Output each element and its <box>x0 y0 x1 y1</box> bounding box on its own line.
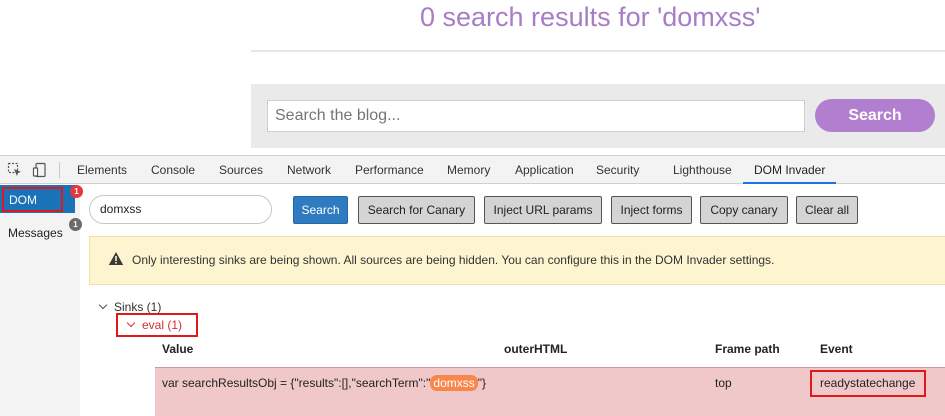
chevron-down-icon <box>98 300 108 310</box>
column-header-frame-path: Frame path <box>715 342 780 356</box>
tab-application[interactable]: Application <box>515 156 574 184</box>
tab-console[interactable]: Console <box>151 156 195 184</box>
value-suffix: "} <box>477 376 487 390</box>
warning-icon <box>108 251 124 271</box>
row-event-cell: readystatechange <box>810 370 926 397</box>
inject-forms-button[interactable]: Inject forms <box>611 196 692 224</box>
sidebar-item-dom[interactable]: DOM <box>2 187 63 212</box>
tab-elements[interactable]: Elements <box>77 156 127 184</box>
blog-search-button[interactable]: Search <box>815 99 935 132</box>
tab-memory[interactable]: Memory <box>447 156 490 184</box>
page-title: 0 search results for 'domxss' <box>420 2 761 32</box>
eval-tree-node[interactable]: eval (1) <box>116 313 198 337</box>
canary-highlight: domxss <box>430 375 478 391</box>
inject-url-params-button[interactable]: Inject URL params <box>484 196 602 224</box>
messages-count-badge: 1 <box>69 218 82 231</box>
blog-search-panel: Search <box>251 84 945 148</box>
blog-search-input[interactable] <box>267 100 805 132</box>
chevron-down-icon <box>126 318 136 328</box>
toolbar-separator <box>59 162 60 178</box>
tab-dom-invader[interactable]: DOM Invader <box>743 156 837 184</box>
row-value-cell: var searchResultsObj = {"results":[],"se… <box>162 375 487 391</box>
tab-network[interactable]: Network <box>287 156 331 184</box>
search-for-canary-button[interactable]: Search for Canary <box>358 196 475 224</box>
devtools-tab-bar: Elements Console Sources Network Perform… <box>0 156 945 184</box>
warning-banner: Only interesting sinks are being shown. … <box>89 236 945 285</box>
tab-sources[interactable]: Sources <box>219 156 263 184</box>
copy-canary-button[interactable]: Copy canary <box>700 196 788 224</box>
dom-count-badge: 1 <box>70 185 83 198</box>
column-header-outerhtml: outerHTML <box>504 342 568 356</box>
sinks-tree-node[interactable]: Sinks (1) <box>98 300 162 314</box>
warning-text: Only interesting sinks are being shown. … <box>132 253 775 267</box>
tab-performance[interactable]: Performance <box>355 156 424 184</box>
dom-invader-sidebar: DOM 1 1 Messages <box>0 185 83 416</box>
column-header-value: Value <box>162 342 194 356</box>
clear-all-button[interactable]: Clear all <box>796 196 858 224</box>
devtools-panel: Elements Console Sources Network Perform… <box>0 155 945 416</box>
tab-security[interactable]: Security <box>596 156 639 184</box>
sinks-label: Sinks (1) <box>114 300 162 314</box>
device-toolbar-icon[interactable] <box>32 162 48 178</box>
row-frame-path-cell: top <box>715 376 732 390</box>
sidebar-item-messages[interactable]: Messages <box>8 226 63 240</box>
inspect-element-icon[interactable] <box>7 162 23 178</box>
value-prefix: var searchResultsObj = {"results":[],"se… <box>162 376 431 390</box>
column-header-event: Event <box>820 342 853 356</box>
canary-input[interactable]: domxss <box>89 195 272 224</box>
divider <box>251 50 945 52</box>
eval-label: eval (1) <box>142 318 183 332</box>
tab-lighthouse[interactable]: Lighthouse <box>673 156 732 184</box>
search-button[interactable]: Search <box>293 196 348 224</box>
